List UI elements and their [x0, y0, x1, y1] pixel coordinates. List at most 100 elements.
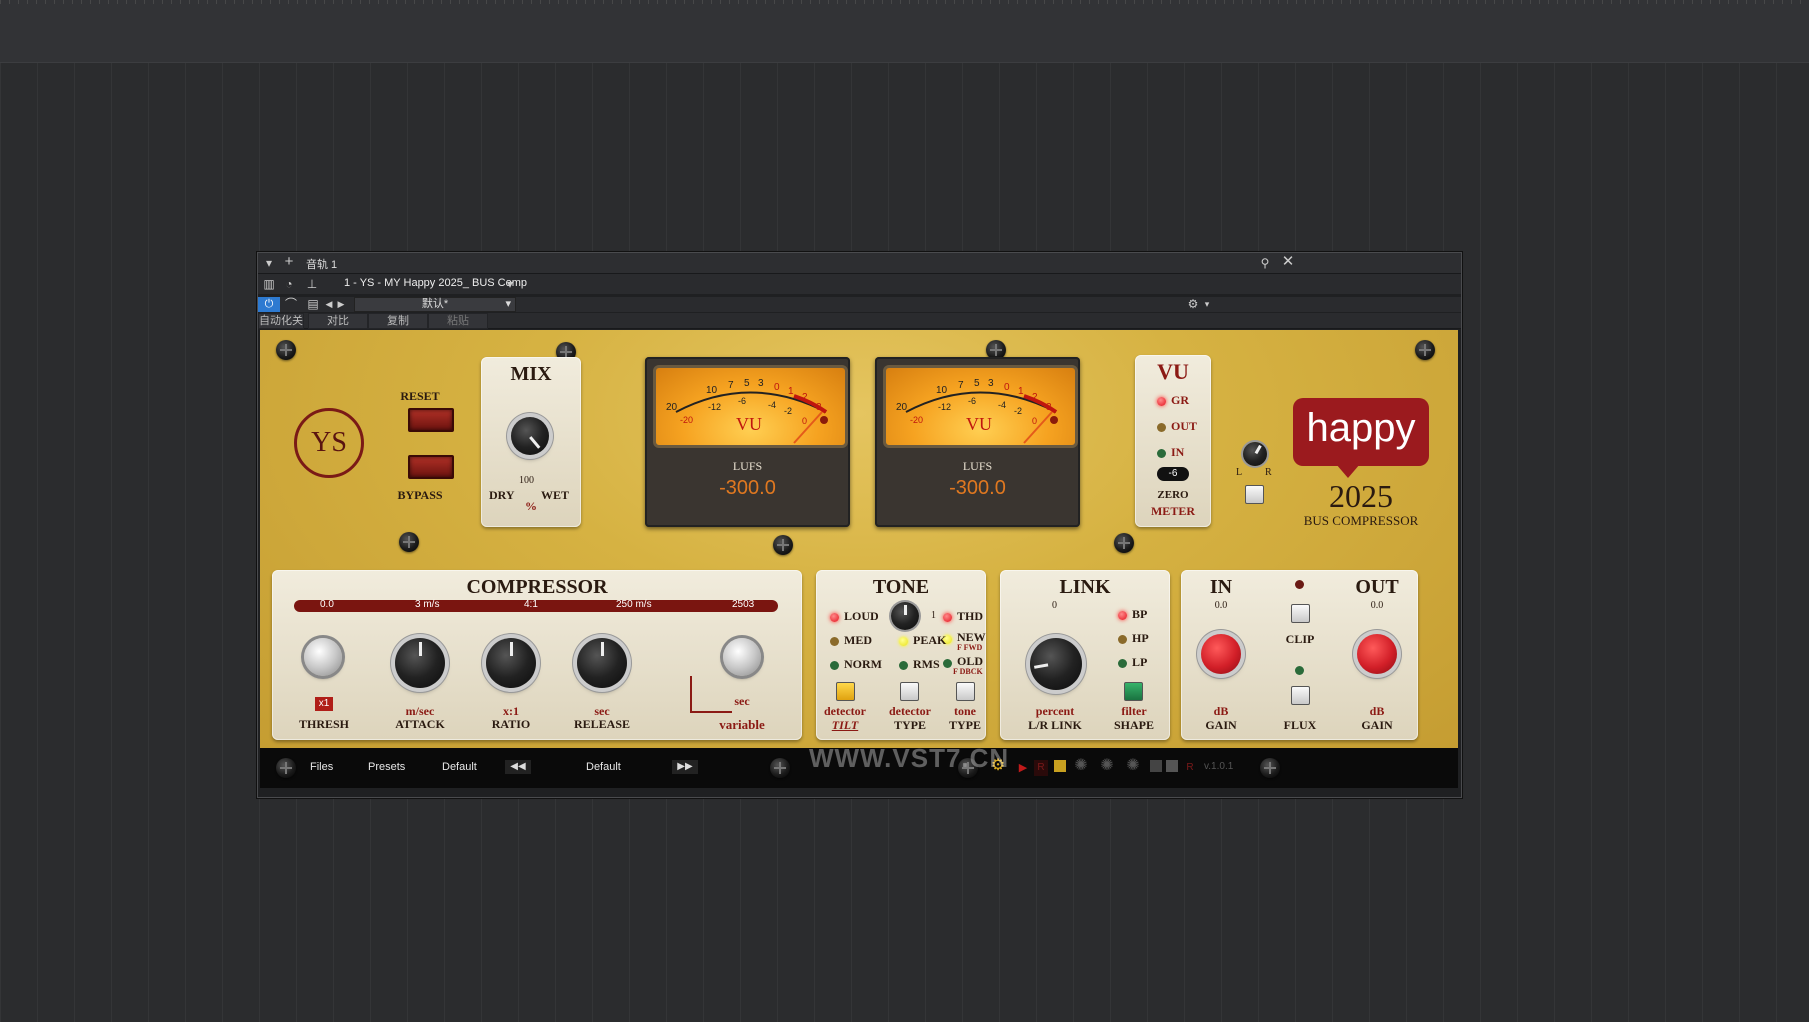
vu-meter-left: 20 10 7 5 3 0 1 2 3 -20 -12 -6 -4 -2 0 V…: [645, 357, 850, 527]
lp-led[interactable]: [1118, 659, 1127, 668]
vu-tick: 3: [816, 402, 822, 413]
timeline-ruler: [0, 0, 1809, 4]
prev-preset-icon[interactable]: ◀: [324, 297, 334, 312]
record-icon[interactable]: ▶: [1016, 760, 1030, 776]
variable-knob[interactable]: [723, 638, 761, 676]
next-preset-icon[interactable]: ▶: [336, 297, 346, 312]
wet-label: WET: [541, 488, 570, 502]
detector-tilt-button[interactable]: [836, 682, 855, 701]
bp-led[interactable]: [1118, 611, 1127, 620]
chevron-down-icon[interactable]: ▾: [504, 276, 516, 292]
lr-balance-knob[interactable]: [1243, 442, 1267, 466]
copy-button[interactable]: 复制: [368, 313, 428, 329]
paste-button[interactable]: 粘贴: [428, 313, 488, 329]
pin-icon[interactable]: ⚲: [1258, 255, 1272, 271]
files-button[interactable]: Files: [310, 761, 333, 773]
filter-shape-button[interactable]: [1124, 682, 1143, 701]
rms-label: RMS: [913, 657, 940, 671]
chevron-down-icon[interactable]: ▾: [1202, 297, 1212, 312]
sun-icon[interactable]: ✺: [1124, 758, 1142, 774]
screw-icon: [1114, 533, 1134, 553]
link-percent-label: percent: [1035, 704, 1075, 718]
reset-button[interactable]: [408, 408, 454, 432]
prev-preset-button[interactable]: ◀◀: [505, 760, 531, 774]
tone-type-label1: tone: [954, 704, 976, 718]
clock-icon[interactable]: ◔: [282, 276, 296, 292]
gear-icon[interactable]: ⚙: [1186, 297, 1200, 312]
norm-led[interactable]: [830, 661, 839, 670]
bypass-button[interactable]: [408, 455, 454, 479]
automation-button[interactable]: 自动化关: [258, 313, 304, 329]
vu-tick: 0: [774, 382, 780, 393]
presets-button[interactable]: Presets: [368, 761, 405, 773]
in-gain-knob[interactable]: [1201, 634, 1241, 674]
sidechain-icon[interactable]: ⌒: [284, 297, 298, 312]
thresh-knob[interactable]: [304, 638, 342, 676]
r-icon[interactable]: R: [1184, 760, 1196, 776]
vu-label: VU: [966, 414, 992, 434]
in-gain-label: GAIN: [1205, 718, 1237, 732]
r-icon[interactable]: R: [1034, 760, 1048, 776]
current-preset-name[interactable]: Default: [586, 761, 621, 773]
flux-button[interactable]: [1291, 686, 1310, 705]
clip-button[interactable]: [1291, 604, 1310, 623]
out-led[interactable]: [1157, 423, 1166, 432]
screw-icon: [1260, 758, 1280, 778]
zero-value[interactable]: -6: [1157, 467, 1189, 481]
bypass-label: BYPASS: [397, 488, 443, 502]
close-icon[interactable]: ✕: [1281, 254, 1295, 270]
lr-link-knob[interactable]: [1030, 638, 1082, 690]
in-led[interactable]: [1157, 449, 1166, 458]
out-gain-knob[interactable]: [1357, 634, 1397, 674]
rms-led[interactable]: [899, 661, 908, 670]
power-icon[interactable]: ⏻: [258, 297, 280, 312]
release-value: 250 m/s: [616, 599, 652, 610]
peak-led[interactable]: [899, 637, 908, 646]
compare-button[interactable]: 对比: [308, 313, 368, 329]
lr-toggle-button[interactable]: [1245, 485, 1264, 504]
f-icon[interactable]: [1150, 760, 1162, 772]
vu-tick: 3: [988, 378, 994, 389]
tilt-knob[interactable]: [891, 602, 919, 630]
lufs-label: LUFS: [962, 459, 993, 473]
g-icon[interactable]: [1166, 760, 1178, 772]
mix-title: MIX: [510, 363, 552, 385]
reset-label: RESET: [400, 389, 440, 403]
tone-type-label2: TYPE: [948, 718, 981, 732]
mix-knob[interactable]: [511, 417, 549, 455]
ys-logo: YS: [294, 408, 364, 478]
med-led[interactable]: [830, 637, 839, 646]
loud-led[interactable]: [830, 613, 839, 622]
thresh-multiplier-badge[interactable]: x1: [315, 697, 333, 711]
ratio-knob[interactable]: [486, 638, 536, 688]
vu-needle: [793, 411, 823, 444]
document-icon[interactable]: ▤: [306, 297, 320, 312]
detector-type-button[interactable]: [900, 682, 919, 701]
tone-type-button[interactable]: [956, 682, 975, 701]
vu-meter-face: 20 10 7 5 3 0 1 2 3 -20 -12 -6 -4 -2 0 V…: [653, 365, 848, 448]
chevron-down-icon[interactable]: ▾: [262, 255, 276, 271]
hp-led[interactable]: [1118, 635, 1127, 644]
meter-label: METER: [1150, 504, 1195, 518]
vu-panel-title: VU: [1157, 359, 1189, 384]
hp-label: HP: [1132, 631, 1149, 645]
next-preset-button[interactable]: ▶▶: [672, 760, 698, 774]
vu-neg-tick: -12: [708, 402, 721, 412]
preset-dropdown[interactable]: 默认* ▾: [354, 297, 516, 312]
window-titlebar: ▾ + 音轨 1 ⚲ ✕: [258, 253, 1461, 274]
sun-icon[interactable]: ✺: [1098, 758, 1116, 774]
release-label: RELEASE: [573, 717, 631, 731]
attack-knob[interactable]: [395, 638, 445, 688]
thd-led[interactable]: [943, 613, 952, 622]
square-icon[interactable]: [1054, 760, 1066, 772]
old-led[interactable]: [943, 659, 952, 668]
sun-icon[interactable]: ✺: [1072, 758, 1090, 774]
gr-led[interactable]: [1157, 397, 1166, 406]
bars-icon[interactable]: ▥: [262, 276, 276, 292]
routing-icon[interactable]: ⊥: [304, 276, 320, 292]
release-knob[interactable]: [577, 638, 627, 688]
plugin-name[interactable]: 1 - YS - MY Happy 2025_ BUS Comp: [344, 277, 527, 289]
compressor-panel: COMPRESSOR 0.0 3 m/s 4:1 250 m/s 2503 x1…: [272, 570, 802, 740]
add-icon[interactable]: +: [282, 254, 296, 270]
default-bank-button[interactable]: Default: [442, 761, 477, 773]
